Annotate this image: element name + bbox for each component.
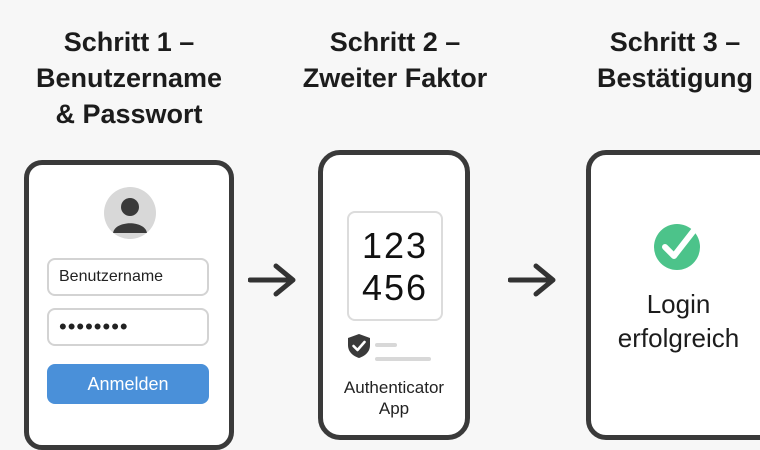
step-3-title: Schritt 3 – Bestätigung — [596, 27, 753, 93]
otp-code-line-1: 123 — [361, 225, 429, 266]
username-field[interactable]: Benutzername — [47, 258, 209, 296]
confirmation-phone: Login erfolgreich — [586, 150, 760, 440]
otp-code-box: 123 456 — [347, 211, 443, 321]
shield-check-icon — [348, 334, 370, 358]
login-button[interactable]: Anmelden — [47, 364, 209, 404]
placeholder-lines-icon — [375, 343, 431, 361]
authenticator-phone: 123 456 Authenticator App — [318, 150, 470, 440]
user-avatar-icon — [104, 187, 156, 239]
step-1-title: Schritt 1 – Benutzername & Passwort — [35, 27, 223, 129]
password-field[interactable]: •••••••• — [47, 308, 209, 346]
login-form-panel: Benutzername •••••••• Anmelden — [24, 160, 234, 450]
otp-code-line-2: 456 — [361, 267, 429, 308]
authenticator-app-label: Authenticator App — [343, 378, 445, 418]
arrow-right-icon — [508, 263, 556, 297]
step-2-title: Schritt 2 – Zweiter Faktor — [302, 27, 488, 93]
login-success-message: Login erfolgreich — [617, 289, 740, 353]
arrow-right-icon — [248, 263, 296, 297]
checkmark-circle-icon — [654, 224, 700, 270]
